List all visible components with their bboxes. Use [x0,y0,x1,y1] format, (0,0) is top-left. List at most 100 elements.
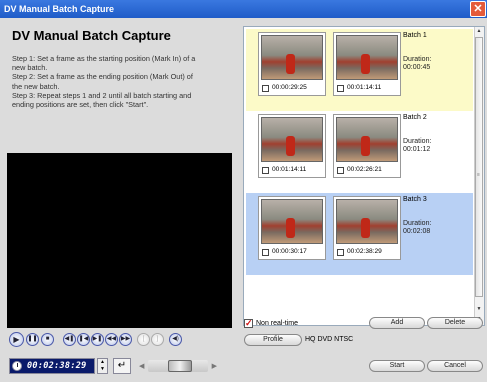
batch-item[interactable]: 00:01:14:11 00:02:26:21 Batch 2 Duration… [246,111,473,193]
batch-info: Batch 1 Duration: 00:00:45 [400,29,473,107]
delete-button[interactable]: Delete [427,317,483,329]
close-icon[interactable]: ✕ [473,3,482,15]
fast-forward-button[interactable]: ▶▶ [119,333,132,346]
spin-up-icon[interactable]: ▲ [98,359,107,366]
shuttle-thumb[interactable] [168,360,192,372]
batch-list-scrollbar[interactable]: ▲ ≡ ▼ ▼ [474,27,484,325]
timecode-field[interactable]: 00:02:38:29 [9,358,95,374]
previous-frame-icon[interactable]: ❚◀ [79,336,89,342]
video-frame [261,117,323,162]
scroll-up-icon[interactable]: ▲ [475,27,483,35]
stop-button[interactable]: ■ [41,333,54,346]
mark-in-thumbnail[interactable]: 00:00:29:25 [258,32,326,96]
cancel-button[interactable]: Cancel [427,360,483,372]
mark-out-checkbox[interactable] [337,249,344,256]
play-button[interactable]: ▶ [9,332,24,347]
grip-icon: ≡ [477,172,480,178]
duration-value: 00:01:12 [403,146,431,153]
duration-label: Duration: [403,138,432,145]
video-preview [7,153,232,328]
video-frame [261,35,323,80]
next-frame-button[interactable]: ▶❚ [91,333,104,346]
mark-in-checkbox[interactable] [262,249,269,256]
mark-in-checkbox[interactable] [262,85,269,92]
mark-out-thumbnail[interactable]: 00:02:26:21 [333,114,401,178]
enter-icon[interactable]: ↵ [118,360,126,371]
batch-name: Batch 1 [403,32,427,39]
shuttle-left-icon[interactable]: ◀ [139,362,144,370]
next-frame-icon[interactable]: ▶❚ [93,336,103,342]
scroll-thumb[interactable]: ≡ [475,37,483,297]
spin-down-icon[interactable]: ▼ [98,366,107,373]
instruction-line: Step 3: Repeat steps 1 and 2 until all b… [12,90,192,100]
start-button[interactable]: Start [369,360,425,372]
mark-out-thumbnail[interactable]: 00:02:38:29 [333,196,401,260]
instruction-line: new batch. [12,63,48,73]
window-title: DV Manual Batch Capture [4,4,115,14]
instruction-line: ending positions are set, then click "St… [12,100,149,110]
mark-in-timecode: 00:00:29:25 [272,84,307,91]
mark-in-thumbnail[interactable]: 00:00:30:17 [258,196,326,260]
timecode-row: 00:02:38:29 ▲ ▼ ↵ ◀ ▶ [9,358,234,376]
shuttle-track[interactable] [148,360,208,372]
video-frame [336,117,398,162]
mark-out-checkbox[interactable] [337,167,344,174]
pause-button[interactable]: ❚❚ [26,333,39,346]
timecode-value[interactable]: 00:02:38:29 [27,361,87,371]
instruction-line: Step 1: Set a frame as the starting posi… [12,54,196,63]
mark-out-timecode: 00:01:14:11 [347,84,382,91]
batch-info: Batch 2 Duration: 00:01:12 [400,111,473,189]
mark-out-timecode: 00:02:26:21 [347,166,382,173]
mark-in-button[interactable]: [ [137,333,150,346]
fast-forward-icon[interactable]: ▶▶ [121,336,130,342]
scroll-down-icon[interactable]: ▼ [475,305,483,313]
mark-in-timecode: 00:00:30:17 [272,248,307,255]
duration-label: Duration: [403,56,432,63]
mark-in-thumbnail[interactable]: 00:01:14:11 [258,114,326,178]
non-realtime-checkbox[interactable]: ✓ [244,319,253,328]
batch-name: Batch 2 [403,114,427,121]
close-button[interactable]: ✕ [470,1,486,17]
profile-value: HQ DVD NTSC [305,336,354,343]
mark-out-checkbox[interactable] [337,85,344,92]
mark-out-timecode: 00:02:38:29 [347,248,382,255]
instruction-line: Step 2: Set a frame as the ending positi… [12,72,193,82]
stop-icon[interactable]: ■ [46,336,50,342]
go-to-start-icon[interactable]: ◀❚ [65,336,75,342]
instructions: Step 1: Set a frame as the starting posi… [12,54,234,109]
video-frame [261,199,323,244]
mark-out-thumbnail[interactable]: 00:01:14:11 [333,32,401,96]
go-to-timecode-button[interactable]: ↵ [113,358,131,374]
batch-item[interactable]: 00:00:29:25 00:01:14:11 Batch 1 Duration… [246,29,473,111]
playback-controls: ▶ ❚❚ ■ ◀❚ ❚◀ ▶❚ ◀◀ ▶▶ [ ] ◀) [7,332,232,350]
video-frame [336,199,398,244]
checkmark-icon: ✓ [245,318,253,328]
shuttle-slider[interactable]: ◀ ▶ [139,358,217,374]
rewind-icon[interactable]: ◀◀ [107,336,116,342]
batch-list: 00:00:29:25 00:01:14:11 Batch 1 Duration… [243,26,485,326]
clock-icon [12,361,22,371]
go-to-start-button[interactable]: ◀❚ [63,333,76,346]
mark-out-button[interactable]: ] [151,333,164,346]
non-realtime-label[interactable]: Non real-time [256,320,298,327]
title-bar: DV Manual Batch Capture ✕ [0,0,487,18]
play-icon[interactable]: ▶ [13,335,19,344]
left-panel: DV Manual Batch Capture Step 1: Set a fr… [0,18,240,382]
add-button[interactable]: Add [369,317,425,329]
page-heading: DV Manual Batch Capture [12,28,171,43]
mark-out-icon[interactable]: ] [157,336,159,342]
mark-in-checkbox[interactable] [262,167,269,174]
volume-button[interactable]: ◀) [169,333,182,346]
mark-in-icon[interactable]: [ [143,336,145,342]
batch-item[interactable]: 00:00:30:17 00:02:38:29 Batch 3 Duration… [246,193,473,275]
pause-icon[interactable]: ❚❚ [27,336,37,342]
timecode-spinner[interactable]: ▲ ▼ [97,358,108,374]
batch-info: Batch 3 Duration: 00:02:08 [400,193,473,271]
profile-button[interactable]: Profile [244,334,302,346]
shuttle-right-icon[interactable]: ▶ [212,362,217,370]
instruction-line: the new batch. [12,81,60,91]
rewind-button[interactable]: ◀◀ [105,333,118,346]
previous-frame-button[interactable]: ❚◀ [77,333,90,346]
volume-icon[interactable]: ◀) [172,336,179,342]
right-panel: 00:00:29:25 00:01:14:11 Batch 1 Duration… [240,18,487,382]
